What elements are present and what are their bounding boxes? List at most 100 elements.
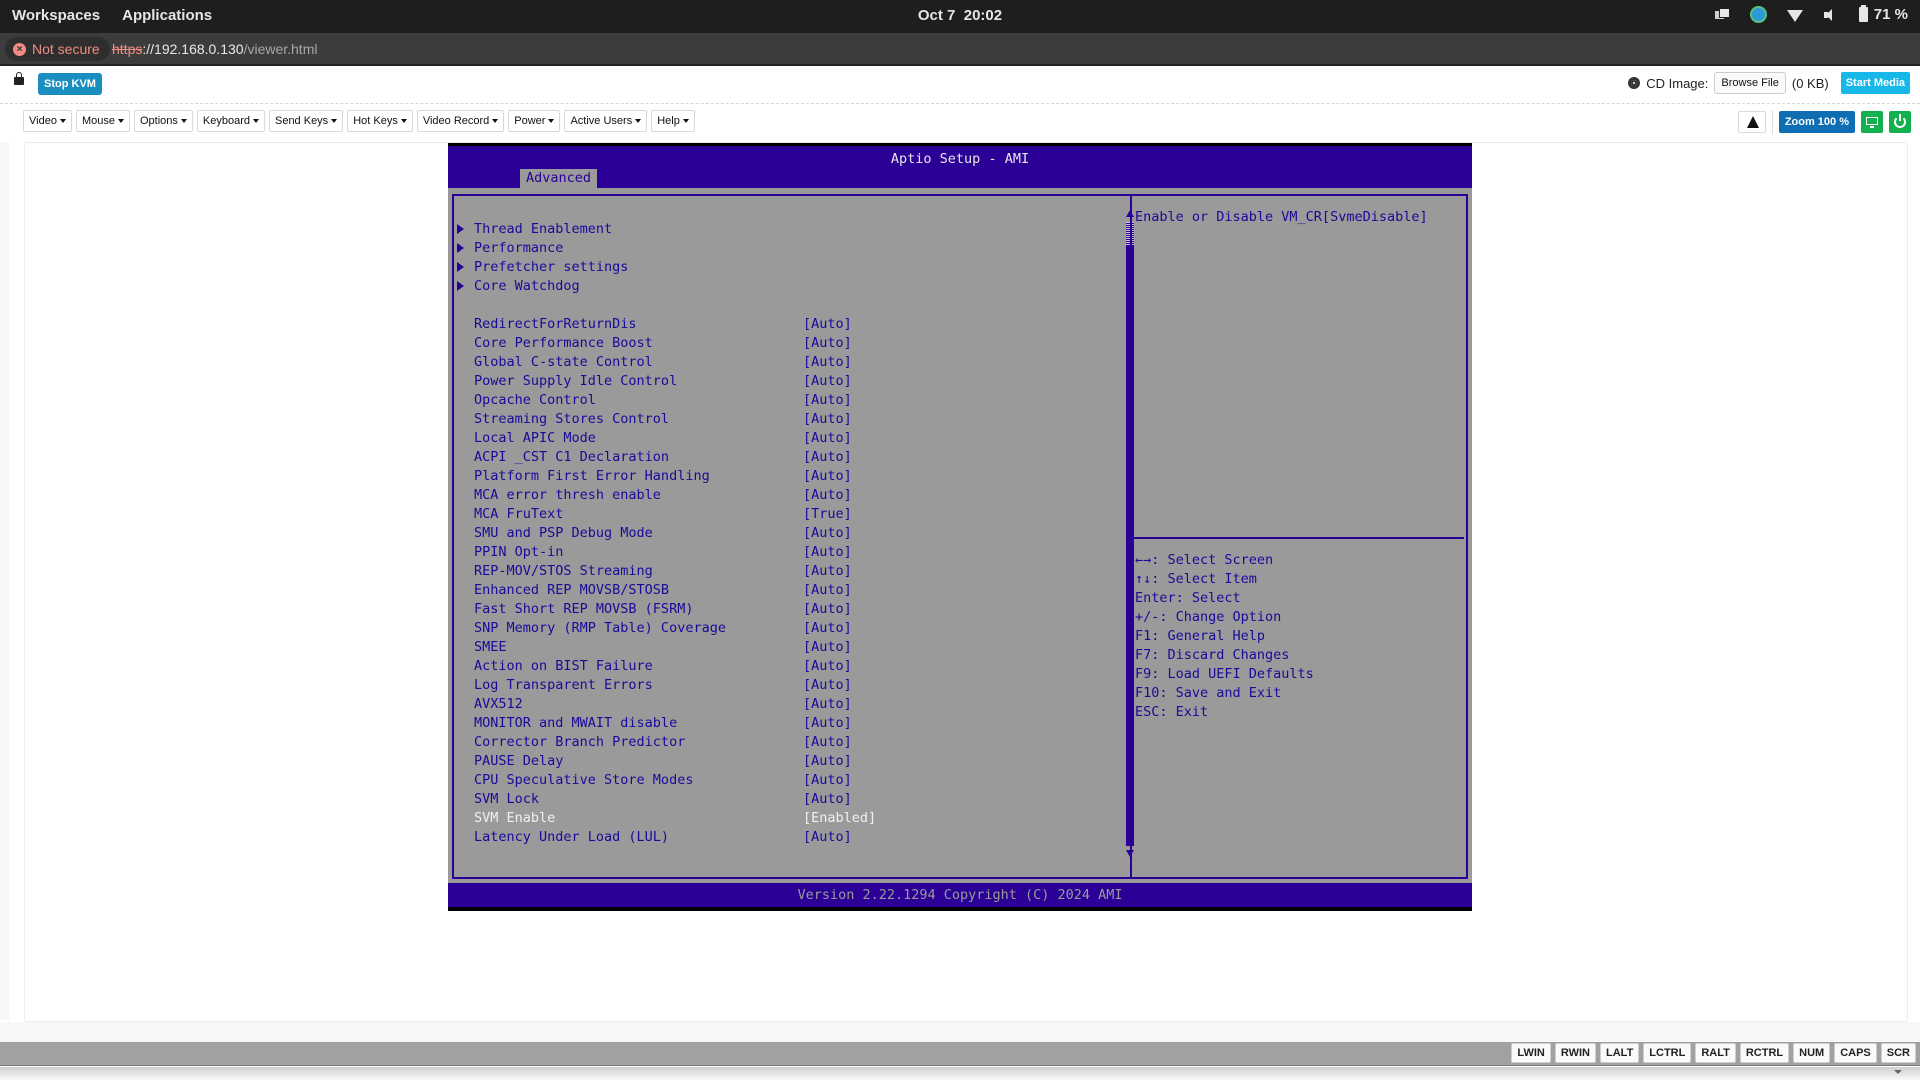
lock-icon[interactable] [14,72,24,85]
setting-value[interactable]: [Auto] [803,600,852,619]
bios-setting-row[interactable]: Fast Short REP MOVSB (FSRM) [Auto] [454,600,1114,619]
security-indicator[interactable]: × Not secure [5,37,110,61]
key-scr[interactable]: SCR [1880,1043,1916,1063]
menu-help[interactable]: Help [651,110,695,132]
setting-value[interactable]: [Auto] [803,619,852,638]
setting-value[interactable]: [Auto] [803,543,852,562]
bios-setting-row[interactable]: Latency Under Load (LUL) [Auto] [454,828,1114,847]
setting-value[interactable]: [Auto] [803,467,852,486]
setting-value[interactable]: [Auto] [803,524,852,543]
bios-setting-row[interactable]: Enhanced REP MOVSB/STOSB [Auto] [454,581,1114,600]
browse-file-button[interactable]: Browse File [1714,72,1786,94]
stop-kvm-button[interactable]: Stop KVM [38,73,102,95]
bios-setting-row[interactable]: PAUSE Delay [Auto] [454,752,1114,771]
clock[interactable]: Oct 7 20:02 [918,7,1002,24]
setting-value[interactable]: [Auto] [803,315,852,334]
bios-setting-row[interactable]: MCA FruText [True] [454,505,1114,524]
menu-power[interactable]: Power [508,110,561,132]
bios-setting-row[interactable]: Global C-state Control [Auto] [454,353,1114,372]
bios-setting-row[interactable]: Local APIC Mode [Auto] [454,429,1114,448]
key-lalt[interactable]: LALT [1600,1043,1640,1063]
bios-submenu-item[interactable]: Thread Enablement [454,220,1114,239]
setting-value[interactable]: [Auto] [803,752,852,771]
setting-value[interactable]: [Enabled] [803,809,876,828]
bios-setting-row[interactable]: ACPI _CST C1 Declaration [Auto] [454,448,1114,467]
zoom-button[interactable]: Zoom 100 % [1778,111,1855,133]
bios-submenu-item[interactable]: Core Watchdog [454,277,1114,296]
key-ralt[interactable]: RALT [1695,1043,1736,1063]
setting-value[interactable]: [Auto] [803,714,852,733]
applications-button[interactable]: Applications [122,7,212,24]
bios-setting-row[interactable]: Platform First Error Handling [Auto] [454,467,1114,486]
setting-value[interactable]: [Auto] [803,676,852,695]
setting-value[interactable]: [Auto] [803,334,852,353]
battery-status[interactable]: 71 % [1858,5,1908,23]
setting-value[interactable]: [Auto] [803,581,852,600]
bios-setting-row[interactable]: SVM Lock [Auto] [454,790,1114,809]
setting-value[interactable]: [Auto] [803,562,852,581]
bios-setting-row[interactable]: SMU and PSP Debug Mode [Auto] [454,524,1114,543]
setting-value[interactable]: [Auto] [803,828,852,847]
bios-submenu-item[interactable]: Performance [454,239,1114,258]
menu-send-keys[interactable]: Send Keys [268,110,344,132]
bios-setting-row[interactable]: PPIN Opt-in [Auto] [454,543,1114,562]
display-button[interactable] [1861,111,1883,133]
bios-setting-row[interactable]: SNP Memory (RMP Table) Coverage [Auto] [454,619,1114,638]
wifi-icon[interactable] [1786,10,1803,22]
bios-setting-row[interactable]: Action on BIST Failure [Auto] [454,657,1114,676]
key-caps[interactable]: CAPS [1834,1043,1877,1063]
menu-video-record[interactable]: Video Record [416,110,505,132]
url-field[interactable]: https://192.168.0.130/viewer.html [112,41,317,57]
warning-button[interactable] [1737,111,1766,133]
setting-value[interactable]: [Auto] [803,410,852,429]
bios-setting-row[interactable]: AVX512 [Auto] [454,695,1114,714]
window-switcher-icon[interactable] [1714,7,1730,23]
app-indicator-icon[interactable] [1749,6,1767,23]
key-rwin[interactable]: RWIN [1554,1043,1596,1063]
volume-icon[interactable] [1823,7,1839,23]
setting-value[interactable]: [Auto] [803,657,852,676]
setting-value[interactable]: [Auto] [803,733,852,752]
bios-setting-row[interactable]: MONITOR and MWAIT disable [Auto] [454,714,1114,733]
bios-setting-row[interactable]: SMEE [Auto] [454,638,1114,657]
setting-value[interactable]: [Auto] [803,638,852,657]
bios-setting-row[interactable]: REP-MOV/STOS Streaming [Auto] [454,562,1114,581]
bios-setting-row[interactable]: Opcache Control [Auto] [454,391,1114,410]
bios-setting-row[interactable]: RedirectForReturnDis [Auto] [454,315,1114,334]
bios-tab-advanced[interactable]: Advanced [520,169,598,188]
start-media-button[interactable]: Start Media [1840,72,1910,94]
bios-screen[interactable]: Aptio Setup - AMI Advanced Thread Enable… [448,143,1472,911]
setting-value[interactable]: [Auto] [803,486,852,505]
key-lwin[interactable]: LWIN [1511,1043,1551,1063]
setting-value[interactable]: [Auto] [803,790,852,809]
setting-value[interactable]: [Auto] [803,353,852,372]
bios-setting-row[interactable]: Core Performance Boost [Auto] [454,334,1114,353]
setting-value[interactable]: [Auto] [803,695,852,714]
menu-mouse[interactable]: Mouse [75,110,130,132]
bios-setting-row[interactable]: Corrector Branch Predictor [Auto] [454,733,1114,752]
bios-setting-row[interactable]: Streaming Stores Control [Auto] [454,410,1114,429]
caret-down-icon[interactable] [1894,1070,1902,1074]
setting-value[interactable]: [Auto] [803,771,852,790]
bios-setting-row[interactable]: CPU Speculative Store Modes [Auto] [454,771,1114,790]
key-rctrl[interactable]: RCTRL [1739,1043,1790,1063]
power-button[interactable] [1889,111,1911,133]
key-num[interactable]: NUM [1793,1043,1831,1063]
bios-setting-row[interactable]: Log Transparent Errors [Auto] [454,676,1114,695]
setting-value[interactable]: [Auto] [803,372,852,391]
setting-value[interactable]: [Auto] [803,448,852,467]
bios-submenu-item[interactable]: Prefetcher settings [454,258,1114,277]
bios-setting-row[interactable]: MCA error thresh enable [Auto] [454,486,1114,505]
setting-value[interactable]: [Auto] [803,391,852,410]
bios-setting-row-selected[interactable]: SVM Enable [Enabled] [454,809,1114,828]
menu-keyboard[interactable]: Keyboard [196,110,265,132]
menu-video[interactable]: Video [23,110,72,132]
setting-value[interactable]: [True] [803,505,852,524]
menu-options[interactable]: Options [133,110,193,132]
menu-active-users[interactable]: Active Users [564,110,648,132]
menu-hot-keys[interactable]: Hot Keys [347,110,413,132]
setting-value[interactable]: [Auto] [803,429,852,448]
bios-setting-row[interactable]: Power Supply Idle Control [Auto] [454,372,1114,391]
workspaces-button[interactable]: Workspaces [12,7,100,24]
key-lctrl[interactable]: LCTRL [1643,1043,1692,1063]
